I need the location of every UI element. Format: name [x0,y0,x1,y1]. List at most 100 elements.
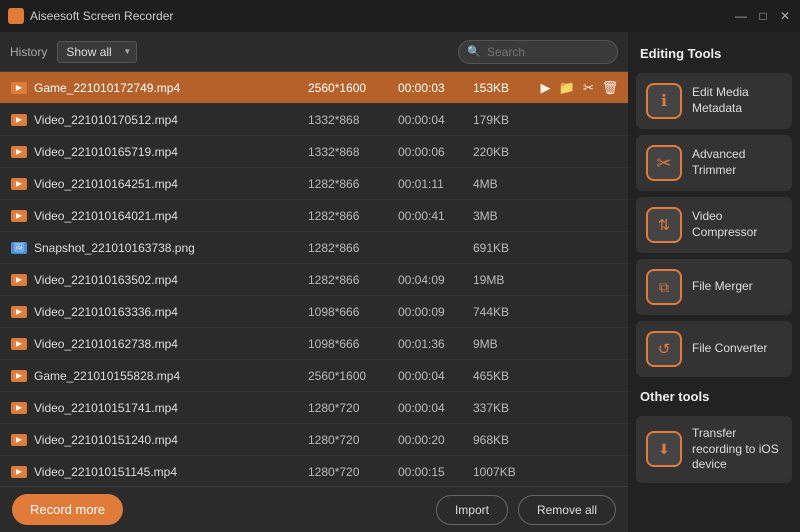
video-file-icon: ▶ [10,433,28,447]
main-content: History Show all 🔍 ▶ Game_221010172749.m… [0,32,800,532]
search-wrapper: 🔍 [458,40,618,64]
file-size: 744KB [473,305,538,319]
video-file-icon: ▶ [10,273,28,287]
edit-button[interactable]: ✂ [581,80,596,96]
file-name: Video_221010162738.mp4 [34,337,308,351]
file-name: Video_221010151145.mp4 [34,465,308,479]
search-input[interactable] [458,40,618,64]
file-size: 4MB [473,177,538,191]
file-size: 19MB [473,273,538,287]
video-file-icon: ▶ [10,145,28,159]
file-resolution: 1280*720 [308,465,398,479]
file-converter-label: File Converter [692,341,767,357]
file-resolution: 1098*666 [308,305,398,319]
file-duration: 00:00:03 [398,81,473,95]
video-file-icon: ▶ [10,81,28,95]
table-row[interactable]: ▶ Game_221010155828.mp4 2560*1600 00:00:… [0,360,628,392]
transfer-ios-label: Transfer recording to iOS device [692,426,782,473]
folder-button[interactable]: 📁 [559,80,575,96]
file-size: 968KB [473,433,538,447]
table-row[interactable]: ▶ Video_221010164251.mp4 1282*866 00:01:… [0,168,628,200]
file-name: Video_221010151240.mp4 [34,433,308,447]
file-duration: 00:00:41 [398,209,473,223]
file-name: Snapshot_221010163738.png [34,241,308,255]
file-size: 1007KB [473,465,538,479]
app-title: Aiseesoft Screen Recorder [30,9,734,23]
table-row[interactable]: 🖼 Snapshot_221010163738.png 1282*866 691… [0,232,628,264]
import-button[interactable]: Import [436,495,508,525]
video-file-icon: ▶ [10,465,28,479]
file-resolution: 1282*866 [308,209,398,223]
file-size: 465KB [473,369,538,383]
image-file-icon: 🖼 [10,241,28,255]
file-resolution: 1282*866 [308,177,398,191]
file-size: 3MB [473,209,538,223]
video-file-icon: ▶ [10,209,28,223]
table-row[interactable]: ▶ Video_221010170512.mp4 1332*868 00:00:… [0,104,628,136]
table-row[interactable]: ▶ Game_221010172749.mp4 2560*1600 00:00:… [0,72,628,104]
table-row[interactable]: ▶ Video_221010164021.mp4 1282*866 00:00:… [0,200,628,232]
remove-all-button[interactable]: Remove all [518,495,616,525]
transfer-ios-card[interactable]: ⬇ Transfer recording to iOS device [636,416,792,483]
file-duration: 00:00:04 [398,369,473,383]
edit-metadata-label: Edit Media Metadata [692,85,782,116]
file-name: Video_221010163502.mp4 [34,273,308,287]
file-merger-card[interactable]: ⧉ File Merger [636,259,792,315]
file-resolution: 1332*868 [308,145,398,159]
file-merger-label: File Merger [692,279,753,295]
file-name: Game_221010172749.mp4 [34,81,308,95]
table-row[interactable]: ▶ Video_221010151145.mp4 1280*720 00:00:… [0,456,628,486]
file-duration: 00:01:11 [398,177,473,191]
file-name: Video_221010164021.mp4 [34,209,308,223]
video-compressor-card[interactable]: ⇅ Video Compressor [636,197,792,253]
history-select[interactable]: Show all [57,41,137,63]
table-row[interactable]: ▶ Video_221010165719.mp4 1332*868 00:00:… [0,136,628,168]
file-actions: ▶ 📁 ✂ 🗑 [538,80,618,96]
file-name: Video_221010165719.mp4 [34,145,308,159]
bottom-bar: Record more Import Remove all [0,486,628,532]
file-size: 179KB [473,113,538,127]
video-compressor-label: Video Compressor [692,209,782,240]
video-compressor-icon: ⇅ [646,207,682,243]
video-file-icon: ▶ [10,113,28,127]
file-resolution: 2560*1600 [308,81,398,95]
table-row[interactable]: ▶ Video_221010163336.mp4 1098*666 00:00:… [0,296,628,328]
advanced-trimmer-label: Advanced Trimmer [692,147,782,178]
file-size: 220KB [473,145,538,159]
table-row[interactable]: ▶ Video_221010151741.mp4 1280*720 00:00:… [0,392,628,424]
history-label: History [10,45,47,59]
file-converter-icon: ↺ [646,331,682,367]
file-name: Game_221010155828.mp4 [34,369,308,383]
advanced-trimmer-card[interactable]: ✂ Advanced Trimmer [636,135,792,191]
file-merger-icon: ⧉ [646,269,682,305]
video-file-icon: ▶ [10,305,28,319]
maximize-button[interactable]: □ [756,9,770,23]
toolbar: History Show all 🔍 [0,32,628,72]
video-file-icon: ▶ [10,401,28,415]
record-more-button[interactable]: Record more [12,494,123,525]
table-row[interactable]: ▶ Video_221010151240.mp4 1280*720 00:00:… [0,424,628,456]
close-button[interactable]: ✕ [778,9,792,23]
edit-metadata-icon: ℹ [646,83,682,119]
file-name: Video_221010170512.mp4 [34,113,308,127]
delete-button[interactable]: 🗑 [602,80,618,96]
file-duration: 00:04:09 [398,273,473,287]
advanced-trimmer-icon: ✂ [646,145,682,181]
file-resolution: 1280*720 [308,401,398,415]
file-converter-card[interactable]: ↺ File Converter [636,321,792,377]
file-name: Video_221010163336.mp4 [34,305,308,319]
table-row[interactable]: ▶ Video_221010162738.mp4 1098*666 00:01:… [0,328,628,360]
right-panel: Editing Tools ℹ Edit Media Metadata ✂ Ad… [628,32,800,532]
table-row[interactable]: ▶ Video_221010163502.mp4 1282*866 00:04:… [0,264,628,296]
minimize-button[interactable]: — [734,9,748,23]
file-resolution: 1282*866 [308,273,398,287]
other-tools-title: Other tools [636,383,792,410]
file-size: 691KB [473,241,538,255]
play-button[interactable]: ▶ [538,80,553,96]
file-duration: 00:00:09 [398,305,473,319]
edit-media-metadata-card[interactable]: ℹ Edit Media Metadata [636,73,792,129]
app-icon [8,8,24,24]
file-size: 9MB [473,337,538,351]
file-resolution: 2560*1600 [308,369,398,383]
file-list: ▶ Game_221010172749.mp4 2560*1600 00:00:… [0,72,628,486]
